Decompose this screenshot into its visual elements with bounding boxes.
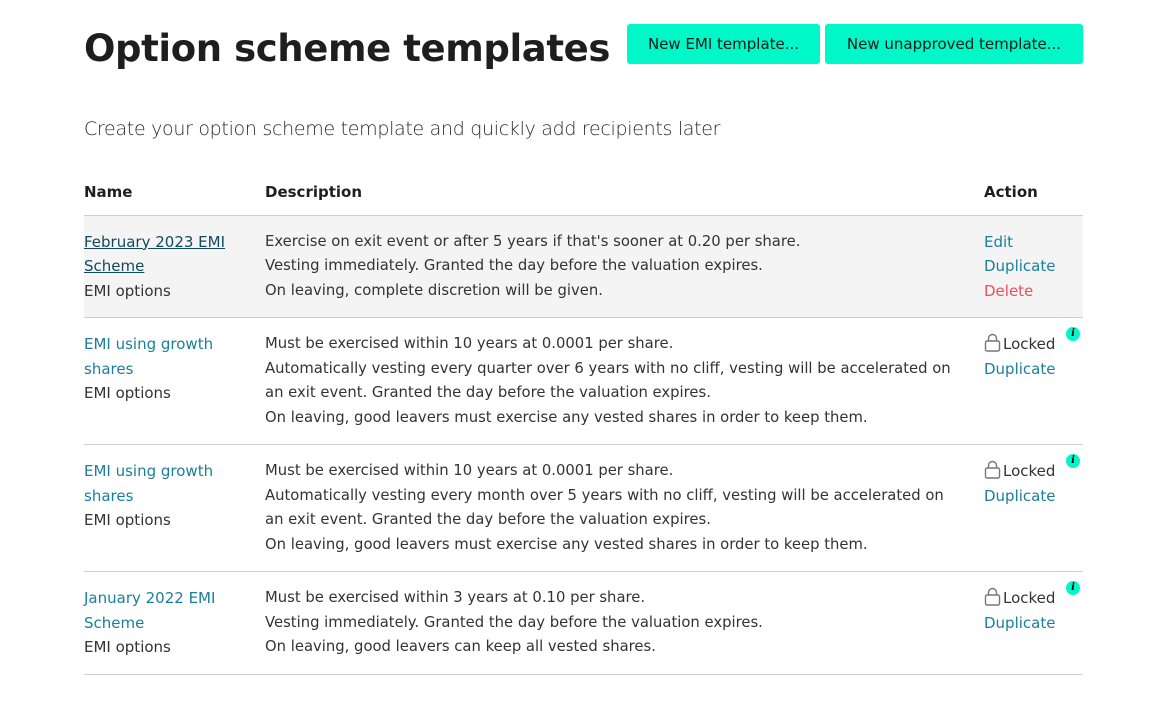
description-line: Vesting immediately. Granted the day bef… xyxy=(265,257,763,274)
new-emi-template-button[interactable]: New EMI template... xyxy=(627,24,820,64)
column-header-description: Description xyxy=(265,170,984,216)
template-type: EMI options xyxy=(84,384,171,402)
page-subtitle: Create your option scheme template and q… xyxy=(84,118,721,140)
description-line: Automatically vesting every month over 5… xyxy=(265,486,944,529)
page-title: Option scheme templates xyxy=(84,27,610,70)
page: Option scheme templates New EMI template… xyxy=(0,0,1173,713)
locked-status: Locked i xyxy=(984,581,1083,611)
lock-icon xyxy=(984,587,1001,606)
column-header-action: Action xyxy=(984,170,1083,216)
column-header-name: Name xyxy=(84,170,265,216)
template-name-link[interactable]: January 2022 EMI Scheme xyxy=(84,586,255,635)
duplicate-link[interactable]: Duplicate xyxy=(984,254,1083,279)
description-line: On leaving, good leavers must exercise a… xyxy=(265,408,868,426)
locked-label: Locked xyxy=(1003,589,1056,607)
lock-icon xyxy=(984,333,1001,352)
action-cell: Locked i Duplicate xyxy=(984,571,1083,675)
template-type: EMI options xyxy=(84,281,171,300)
name-cell: EMI using growth shares EMI options xyxy=(84,317,265,445)
template-name-link[interactable]: EMI using growth shares xyxy=(84,459,255,508)
info-icon[interactable]: i xyxy=(1066,327,1080,341)
action-cell: Edit Duplicate Delete xyxy=(984,215,1083,318)
description-line: Must be exercised within 10 years at 0.0… xyxy=(265,335,674,352)
template-name-link[interactable]: EMI using growth shares xyxy=(84,332,255,381)
edit-link[interactable]: Edit xyxy=(984,230,1083,255)
table-row: February 2023 EMI Scheme EMI options Exe… xyxy=(84,215,1083,318)
description-line: Must be exercised within 3 years at 0.10… xyxy=(265,589,646,606)
description-line: Automatically vesting every quarter over… xyxy=(265,359,951,402)
new-unapproved-template-button[interactable]: New unapproved template... xyxy=(825,24,1083,64)
lock-icon xyxy=(984,460,1001,479)
templates-table: Name Description Action February 2023 EM… xyxy=(84,170,1083,675)
name-cell: January 2022 EMI Scheme EMI options xyxy=(84,571,265,675)
table-row: EMI using growth shares EMI options Must… xyxy=(84,444,1083,572)
template-type: EMI options xyxy=(84,511,171,529)
description-line: On leaving, good leavers can keep all ve… xyxy=(265,638,656,655)
table-row: January 2022 EMI Scheme EMI options Must… xyxy=(84,571,1083,675)
template-name-link[interactable]: February 2023 EMI Scheme xyxy=(84,230,255,279)
name-cell: February 2023 EMI Scheme EMI options xyxy=(84,215,265,318)
duplicate-link[interactable]: Duplicate xyxy=(984,611,1083,636)
duplicate-link[interactable]: Duplicate xyxy=(984,484,1083,509)
description-cell: Must be exercised within 10 years at 0.0… xyxy=(265,317,984,445)
locked-label: Locked xyxy=(1003,462,1056,480)
description-line: Must be exercised within 10 years at 0.0… xyxy=(265,462,674,479)
description-cell: Must be exercised within 10 years at 0.0… xyxy=(265,444,984,572)
template-type: EMI options xyxy=(84,638,171,656)
description-line: Vesting immediately. Granted the day bef… xyxy=(265,613,763,631)
description-cell: Exercise on exit event or after 5 years … xyxy=(265,215,984,318)
table-row: EMI using growth shares EMI options Must… xyxy=(84,317,1083,445)
description-line: Exercise on exit event or after 5 years … xyxy=(265,232,801,250)
action-cell: Locked i Duplicate xyxy=(984,444,1083,572)
duplicate-link[interactable]: Duplicate xyxy=(984,357,1083,382)
action-cell: Locked i Duplicate xyxy=(984,317,1083,445)
page-header: Option scheme templates New EMI template… xyxy=(84,24,1083,74)
locked-label: Locked xyxy=(1003,335,1056,353)
info-icon[interactable]: i xyxy=(1066,581,1080,595)
locked-status: Locked i xyxy=(984,327,1083,357)
locked-status: Locked i xyxy=(984,454,1083,484)
description-line: On leaving, good leavers must exercise a… xyxy=(265,535,868,553)
delete-link[interactable]: Delete xyxy=(984,279,1083,304)
table-header-row: Name Description Action xyxy=(84,170,1083,216)
name-cell: EMI using growth shares EMI options xyxy=(84,444,265,572)
description-cell: Must be exercised within 3 years at 0.10… xyxy=(265,571,984,675)
info-icon[interactable]: i xyxy=(1066,454,1080,468)
description-line: On leaving, complete discretion will be … xyxy=(265,281,603,299)
